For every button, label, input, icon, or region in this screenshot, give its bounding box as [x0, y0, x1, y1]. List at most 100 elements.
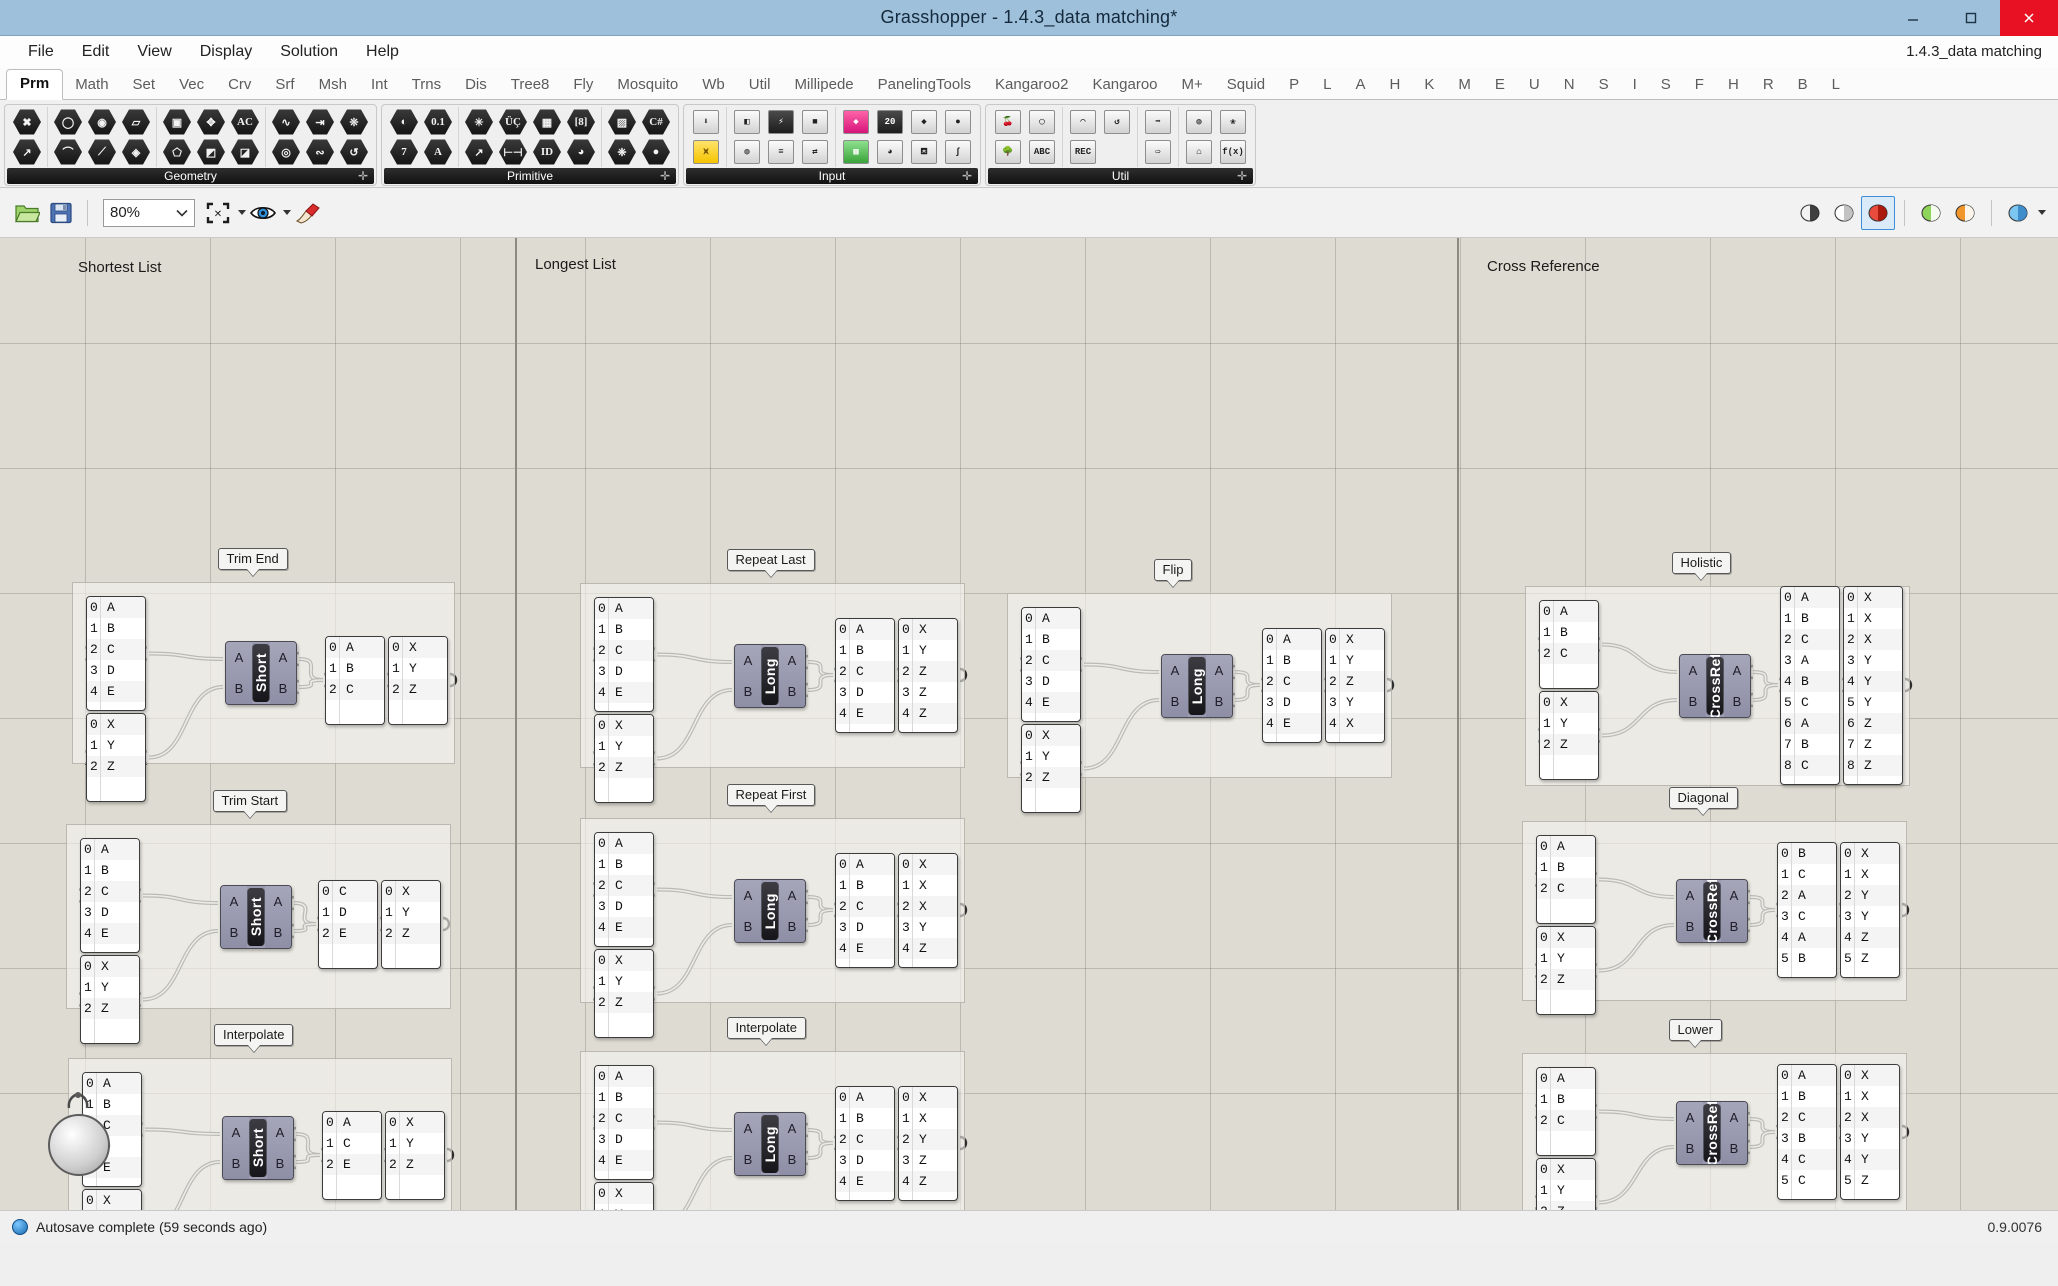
input-port-b[interactable]: B — [1171, 694, 1180, 709]
data-panel[interactable]: 0X1X2Y3Z4Z — [898, 1086, 958, 1201]
component-input-ports[interactable]: AB — [226, 642, 252, 704]
output-port-a[interactable]: A — [788, 653, 797, 668]
data-panel[interactable]: 0X1Y2Z3Z4Z — [898, 618, 958, 733]
ribbon-caption-input[interactable]: Input✛ — [686, 168, 978, 184]
output-port-a[interactable]: A — [279, 650, 288, 665]
input-port-b[interactable]: B — [1689, 694, 1698, 709]
output-port-b[interactable]: B — [788, 684, 797, 699]
group-param-icon[interactable]: ❊ — [338, 107, 370, 137]
group-nickname[interactable]: Repeat Last — [727, 549, 815, 571]
data-panel[interactable]: 0X1X2X3Y4Z — [898, 853, 958, 968]
tab-n-29[interactable]: N — [1552, 70, 1587, 99]
data-panel[interactable]: 0X1Y2Z — [1539, 691, 1599, 780]
output-port-b[interactable]: B — [1730, 919, 1739, 934]
calendar-icon[interactable]: 20 — [874, 107, 906, 137]
curve-param-icon[interactable]: ◉ — [86, 107, 118, 137]
output-port-b[interactable]: B — [788, 919, 797, 934]
tab-i-31[interactable]: I — [1621, 70, 1649, 99]
surface-param-icon[interactable]: ▱ — [120, 107, 152, 137]
data-panel[interactable]: 0A1B2C3D4E — [1262, 628, 1322, 743]
component-body[interactable]: CrossRef — [1706, 657, 1724, 715]
component-crossref[interactable]: ABCrossRefAB — [1679, 654, 1751, 718]
tab-p-21[interactable]: P — [1277, 70, 1311, 99]
component-short[interactable]: ABShortAB — [225, 641, 297, 705]
ribbon-caption-primitive[interactable]: Primitive✛ — [384, 168, 676, 184]
group-nickname[interactable]: Diagonal — [1669, 787, 1738, 809]
arc-param-icon[interactable]: ⌒ — [52, 137, 84, 167]
tab-l-22[interactable]: L — [1311, 70, 1343, 99]
component-long[interactable]: ABLongAB — [734, 644, 806, 708]
tab-srf-5[interactable]: Srf — [263, 70, 306, 99]
mesh-param-icon[interactable]: ✥ — [195, 107, 227, 137]
transform-param-icon[interactable]: ⇥ — [304, 107, 336, 137]
output-port-a[interactable]: A — [1215, 663, 1224, 678]
spiral-param-icon[interactable]: ◎ — [270, 137, 302, 167]
input-port-b[interactable]: B — [1686, 1141, 1695, 1156]
component-crossref[interactable]: ABCrossRefAB — [1676, 879, 1748, 943]
input-port-a[interactable]: A — [1686, 1110, 1695, 1125]
number-slider-icon[interactable]: ⬇ — [690, 107, 722, 137]
data-panel[interactable]: 0A1B2C3D4E — [594, 1065, 654, 1180]
tab-h-24[interactable]: H — [1378, 70, 1413, 99]
save-file-icon[interactable] — [44, 196, 78, 230]
data-panel[interactable]: 0X1Y2Z — [1536, 1158, 1596, 1210]
data-panel[interactable]: 0X1Y2Z — [80, 955, 140, 1044]
component-output-ports[interactable]: AB — [270, 642, 296, 704]
tab-fly-11[interactable]: Fly — [561, 70, 605, 99]
ribbon-expand-icon[interactable]: ✛ — [962, 169, 972, 183]
component-output-ports[interactable]: AB — [1721, 1102, 1747, 1164]
guid-param-icon[interactable]: ID — [531, 137, 563, 167]
component-input-ports[interactable]: AB — [223, 1117, 249, 1179]
data-panel[interactable]: 0A1B2C3A4B5C6A7B8C — [1780, 586, 1840, 785]
boolean-param-icon[interactable]: ◐ — [388, 107, 420, 137]
circle-param-icon[interactable]: ◯ — [52, 107, 84, 137]
input-port-b[interactable]: B — [744, 919, 753, 934]
component-output-ports[interactable]: AB — [779, 1113, 805, 1175]
data-panel[interactable]: 0A1B2C — [1539, 600, 1599, 689]
component-output-ports[interactable]: AB — [267, 1117, 293, 1179]
boolean-toggle-icon[interactable]: ◧ — [731, 107, 763, 137]
clock-icon[interactable]: ◕ — [874, 137, 906, 167]
data-panel[interactable]: 0A1B2C3D4E — [86, 596, 146, 711]
component-input-ports[interactable]: AB — [1677, 880, 1703, 942]
component-input-ports[interactable]: AB — [735, 1113, 761, 1175]
component-long[interactable]: ABLongAB — [734, 1112, 806, 1176]
tab-u-28[interactable]: U — [1517, 70, 1552, 99]
data-panel[interactable]: 0X1Y2Z — [594, 1182, 654, 1210]
interval-param-icon[interactable]: ⊢⊣ — [497, 137, 529, 167]
input-port-a[interactable]: A — [744, 888, 753, 903]
tab-f-33[interactable]: F — [1683, 70, 1716, 99]
document-preview-icon[interactable] — [2001, 196, 2035, 230]
data-panel[interactable]: 0X1Y2Z — [86, 713, 146, 802]
component-output-ports[interactable]: AB — [1721, 880, 1747, 942]
cluster-group-icon[interactable]: ❀ — [1217, 107, 1249, 137]
number-param-icon[interactable]: 0.1 — [422, 107, 454, 137]
input-port-a[interactable]: A — [230, 894, 239, 909]
component-body[interactable]: Short — [252, 644, 270, 702]
grasshopper-canvas[interactable]: Shortest List Longest List Cross Referen… — [0, 238, 2058, 1210]
ribbon-caption-util[interactable]: Util✛ — [988, 168, 1253, 184]
input-port-b[interactable]: B — [744, 1152, 753, 1167]
data-panel[interactable]: 0X1X2X3Y4Y5Y6Z7Z8Z — [1843, 586, 1903, 785]
tab-panelingtools-16[interactable]: PanelingTools — [866, 70, 983, 99]
component-long[interactable]: ABLongAB — [1161, 654, 1233, 718]
sphere-param-icon[interactable]: ● — [640, 137, 672, 167]
tab-kangaroo-18[interactable]: Kangaroo — [1080, 70, 1169, 99]
group-nickname[interactable]: Flip — [1154, 559, 1193, 581]
cherries-icon[interactable]: 🍒 — [992, 107, 1024, 137]
component-long[interactable]: ABLongAB — [734, 879, 806, 943]
output-port-a[interactable]: A — [276, 1125, 285, 1140]
subd-param-icon[interactable]: ◩ — [195, 137, 227, 167]
data-panel[interactable]: 0X1Y2Z — [1536, 926, 1596, 1015]
component-output-ports[interactable]: AB — [779, 880, 805, 942]
output-port-b[interactable]: B — [276, 1156, 285, 1171]
data-panel[interactable]: 0A1C2E — [322, 1111, 382, 1200]
data-panel[interactable]: 0A1B2C3D4E — [80, 838, 140, 953]
input-port-b[interactable]: B — [1686, 919, 1695, 934]
tab-crv-4[interactable]: Crv — [216, 70, 263, 99]
output-port-a[interactable]: A — [1730, 888, 1739, 903]
output-port-a[interactable]: A — [788, 1121, 797, 1136]
data-panel[interactable]: 0X1X2Y3Y4Z5Z — [1840, 842, 1900, 978]
line-param-icon[interactable]: ⟋ — [86, 137, 118, 167]
output-port-a[interactable]: A — [788, 888, 797, 903]
